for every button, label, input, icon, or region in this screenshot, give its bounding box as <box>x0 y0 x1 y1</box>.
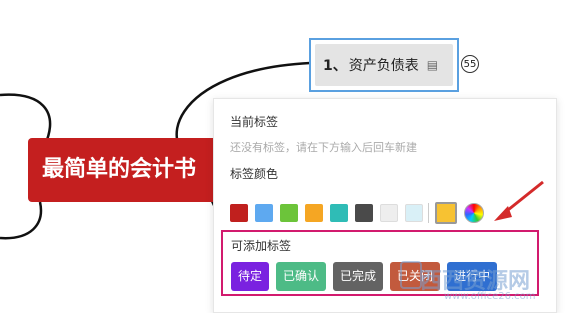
pointer-arrow <box>494 180 544 221</box>
